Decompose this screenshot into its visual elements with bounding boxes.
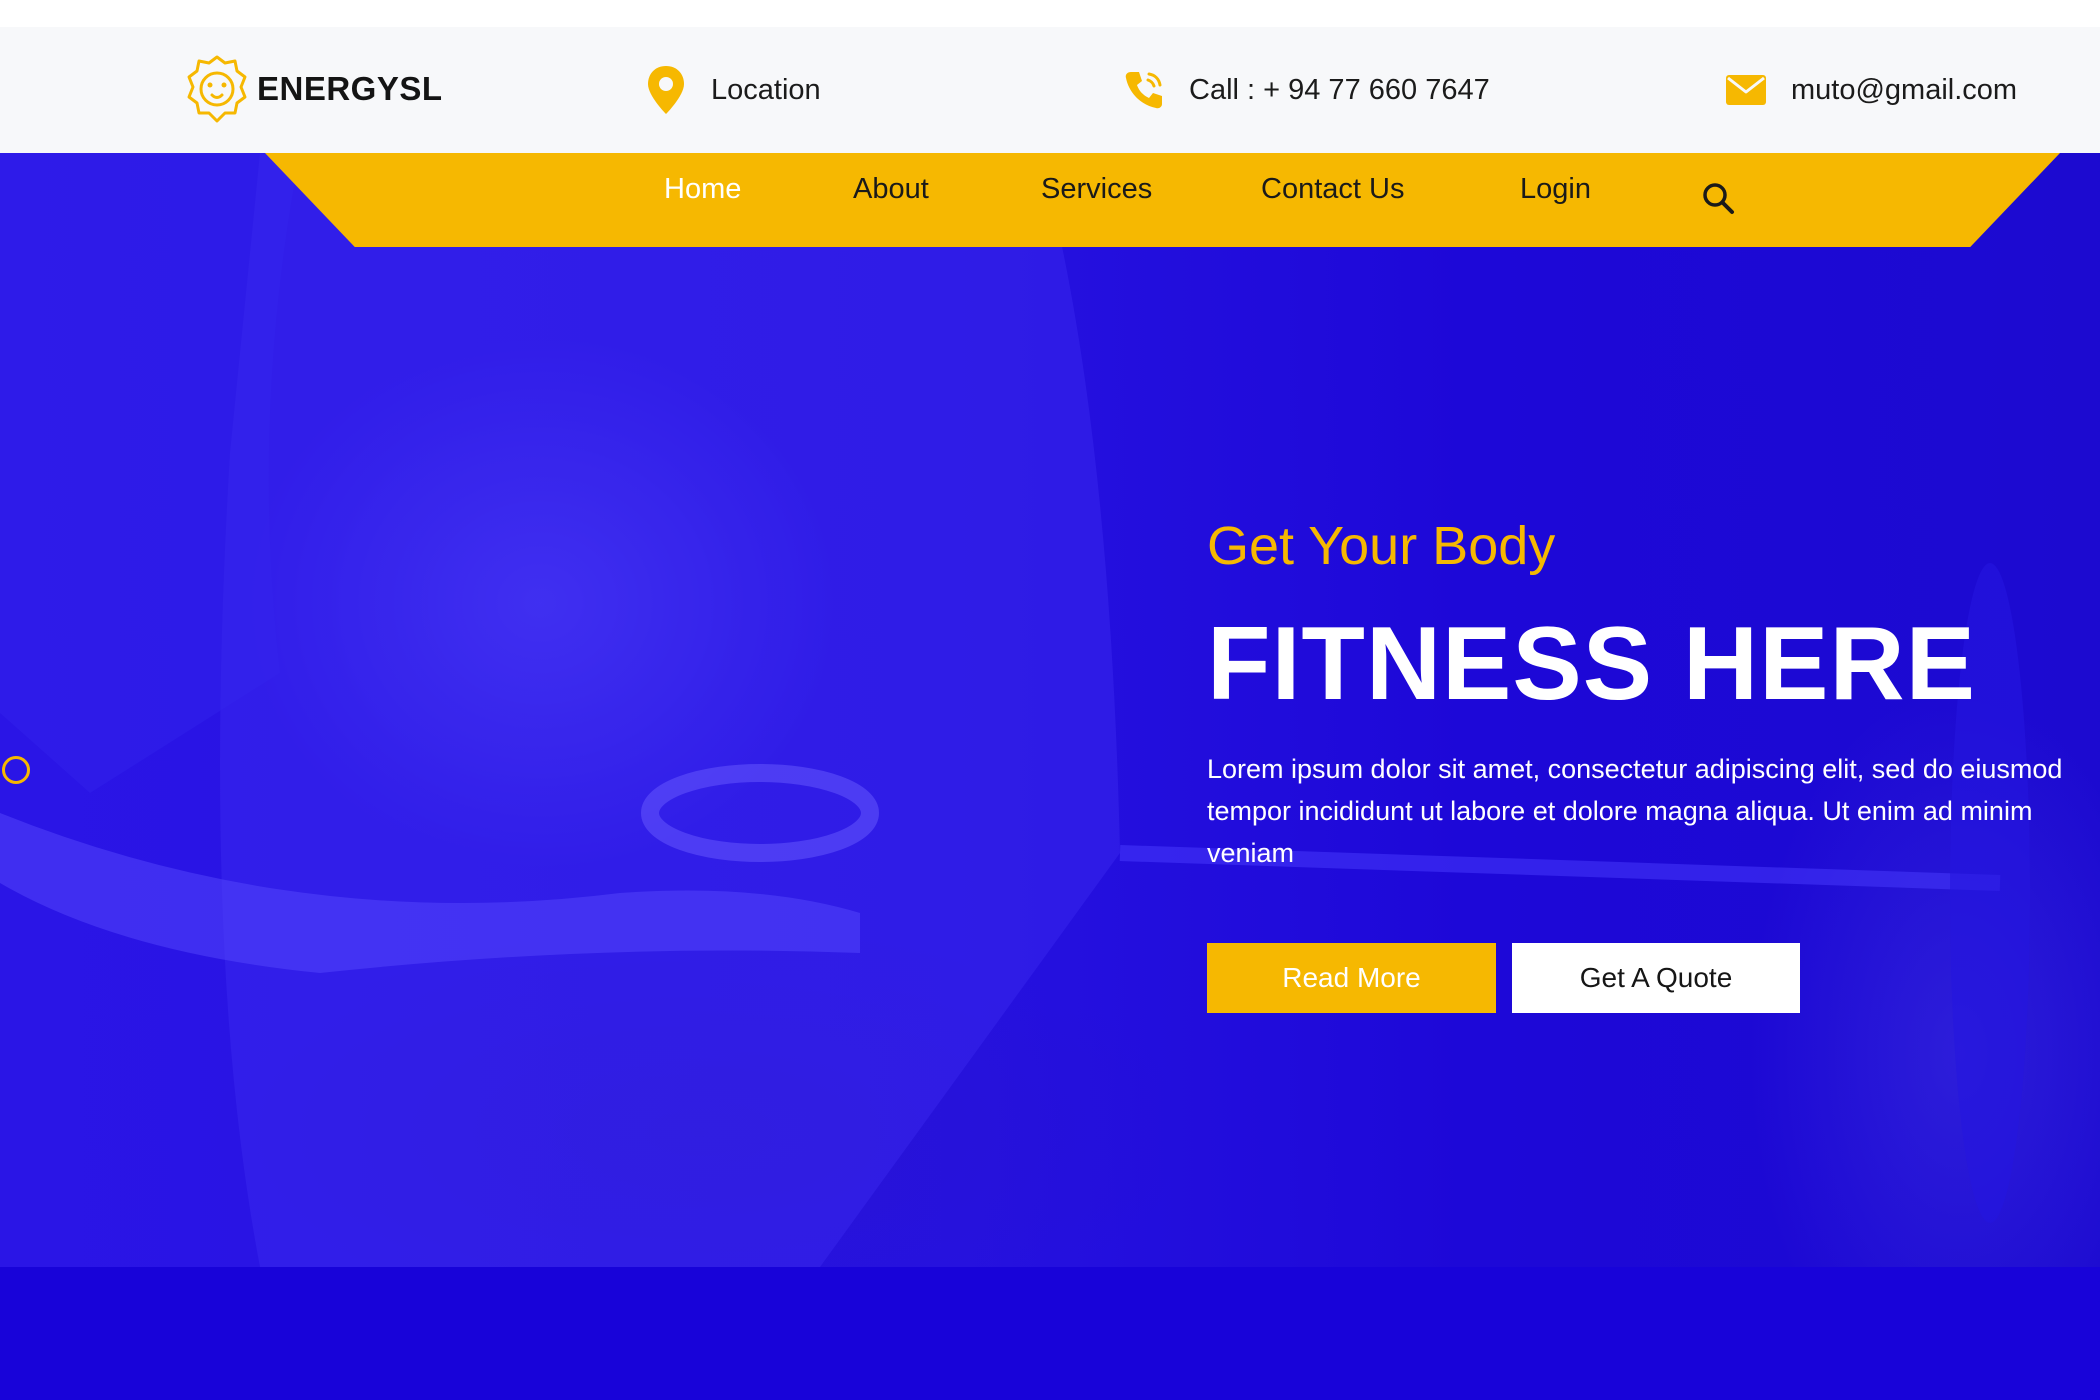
location-pin-icon — [648, 66, 684, 114]
contact-phone[interactable]: Call : + 94 77 660 7647 — [1123, 27, 1490, 153]
get-quote-button[interactable]: Get A Quote — [1512, 943, 1800, 1013]
nav-item-services[interactable]: Services — [1041, 173, 1152, 206]
top-contact-bar: ENERGYSL Location Call : + 94 77 660 764… — [0, 27, 2100, 153]
nav-item-login[interactable]: Login — [1520, 173, 1591, 206]
mail-icon — [1726, 75, 1766, 105]
lion-icon — [187, 55, 247, 123]
email-text: muto@gmail.com — [1791, 73, 2018, 106]
location-text: Location — [711, 73, 821, 106]
nav-item-about[interactable]: About — [853, 173, 929, 206]
brand-logo[interactable]: ENERGYSL — [185, 47, 443, 131]
slider-indicator[interactable] — [2, 756, 30, 784]
main-navbar: Home About Services Contact Us Login — [265, 153, 2060, 247]
read-more-button[interactable]: Read More — [1207, 943, 1496, 1013]
contact-location[interactable]: Location — [645, 27, 821, 153]
search-icon[interactable] — [1700, 180, 1736, 216]
nav-item-home[interactable]: Home — [664, 173, 741, 206]
hero-subtitle: Get Your Body — [1207, 516, 1556, 576]
phone-text: Call : + 94 77 660 7647 — [1189, 73, 1490, 106]
hero-description: Lorem ipsum dolor sit amet, consectetur … — [1207, 754, 2063, 868]
brand-name: ENERGYSL — [257, 70, 443, 107]
contact-email[interactable]: muto@gmail.com — [1725, 27, 2017, 153]
nav-item-contact-us[interactable]: Contact Us — [1261, 173, 1404, 206]
phone-icon — [1125, 72, 1162, 109]
hero-title: FITNESS HERE — [1207, 606, 1976, 722]
hero-bottom-band — [0, 1267, 2100, 1400]
